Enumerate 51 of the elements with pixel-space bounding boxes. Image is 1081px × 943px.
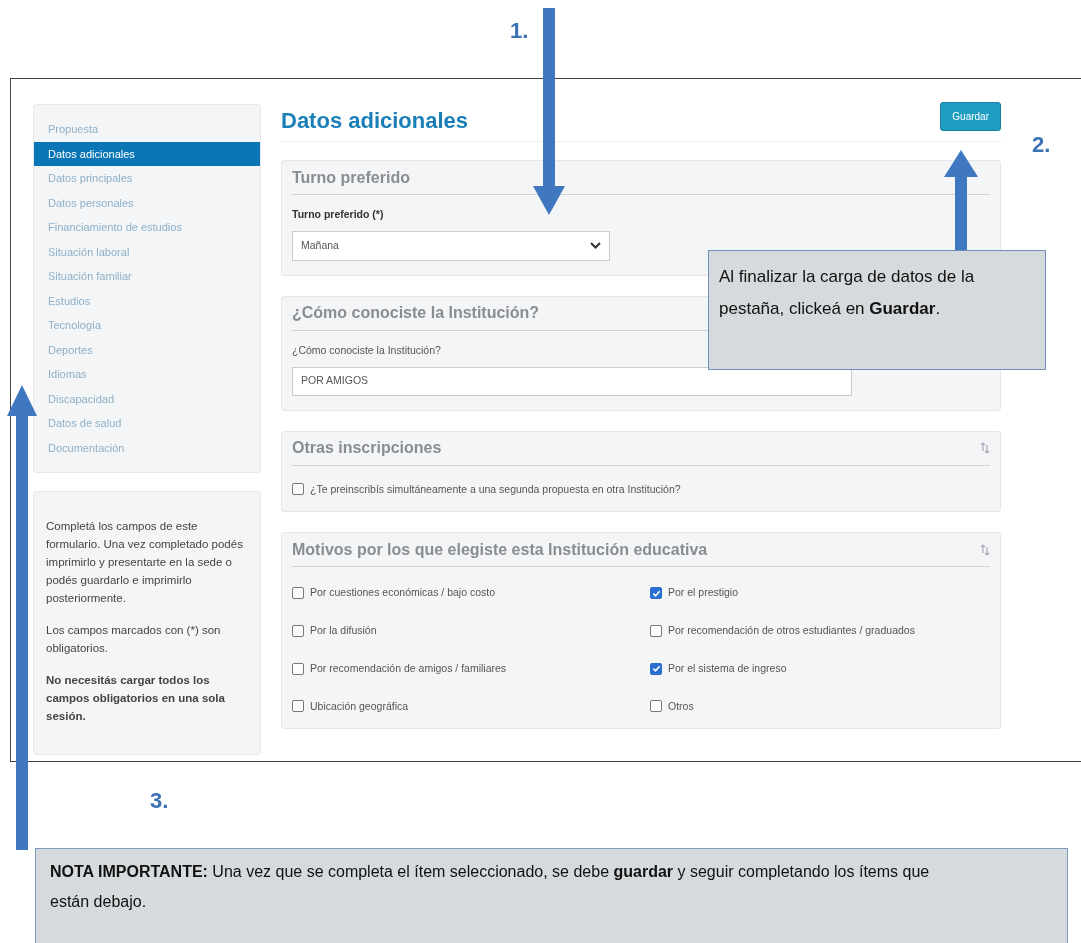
checkbox[interactable]: [650, 587, 662, 600]
checkbox[interactable]: [292, 662, 304, 675]
help-text: Completá los campos de este formulario. Una vez completado podés imprimirlo y presentarte en la sede o podés guardarlo e imprimirlo posteriormente.: [46, 519, 244, 606]
help-text: No necesitás cargar todos los campos obligatorios en una sola sesión.: [46, 673, 226, 724]
checkbox[interactable]: [650, 624, 662, 637]
page-title: Datos adicionales: [281, 107, 469, 135]
sidebar-item[interactable]: Datos personales: [34, 190, 260, 215]
field-label: ¿Cómo conociste la Institución?: [292, 342, 442, 358]
sidebar-item[interactable]: Datos de salud: [34, 411, 260, 436]
checkbox[interactable]: [292, 587, 304, 600]
section-title: Turno preferido: [292, 167, 410, 188]
sidebar-item[interactable]: Financiamiento de estudios: [34, 215, 260, 240]
sidebar-item[interactable]: Documentación: [34, 435, 260, 460]
sidebar-item[interactable]: Datos adicionales: [34, 141, 260, 166]
checkbox[interactable]: [650, 700, 662, 713]
sidebar-item[interactable]: Tecnología: [34, 313, 260, 338]
sidebar-item[interactable]: Estudios: [34, 288, 260, 313]
section-title: Otras inscripciones: [292, 438, 442, 458]
checkbox-label: Por la difusión: [310, 623, 377, 638]
checkbox-label: Otros: [668, 698, 694, 714]
chevron-down-icon: [590, 242, 601, 250]
step-number: 1.: [510, 17, 529, 45]
callout-text: Al finalizar la carga de datos de la pestaña, clickeá en Guardar.: [719, 266, 976, 320]
section-title: Motivos por los que elegiste esta Institución educativa: [292, 539, 708, 560]
sidebar-item[interactable]: Discapacidad: [34, 386, 260, 411]
checkbox[interactable]: [292, 700, 304, 713]
checkbox[interactable]: [292, 483, 304, 496]
help-text: Los campos marcados con (*) son obligatorios.: [46, 623, 222, 656]
step-number: 3.: [150, 787, 169, 815]
checkbox-label: Por cuestiones económicas / bajo costo: [310, 585, 496, 601]
sidebar-item[interactable]: Deportes: [34, 337, 260, 362]
checkbox-label: ¿Te preinscribís simultáneamente a una segunda propuesta en otra Institución?: [310, 481, 681, 497]
sidebar-item[interactable]: Situación familiar: [34, 264, 260, 289]
checkbox-label: Por el sistema de ingreso: [668, 660, 787, 676]
checkbox[interactable]: [292, 624, 304, 637]
save-button[interactable]: Guardar: [940, 102, 1001, 131]
checkbox-label: Ubicación geográfica: [310, 698, 409, 714]
section-title: ¿Cómo conociste la Institución?: [292, 303, 540, 324]
checkbox-label: Por recomendación de otros estudiantes / graduados: [668, 623, 915, 638]
sidebar-item[interactable]: Propuesta: [34, 117, 260, 142]
sidebar-item[interactable]: Datos principales: [34, 166, 260, 191]
text-field[interactable]: POR AMIGOS: [292, 366, 852, 396]
checkbox-label: Por recomendación de amigos / familiares: [310, 660, 507, 676]
note-text: NOTA IMPORTANTE: Una vez que se completa el ítem seleccionado, se debe guardar y seguir completando los ítems que están debajo.: [50, 862, 930, 912]
dropdown-field[interactable]: Mañana: [292, 230, 610, 261]
checkbox-label: Por el prestigio: [668, 585, 739, 601]
sidebar-item[interactable]: Idiomas: [34, 362, 260, 387]
step-number: 2.: [1032, 131, 1051, 159]
field-label: Turno preferido (*): [292, 207, 385, 222]
checkbox[interactable]: [650, 662, 662, 675]
sidebar-item[interactable]: Situación laboral: [34, 239, 260, 264]
